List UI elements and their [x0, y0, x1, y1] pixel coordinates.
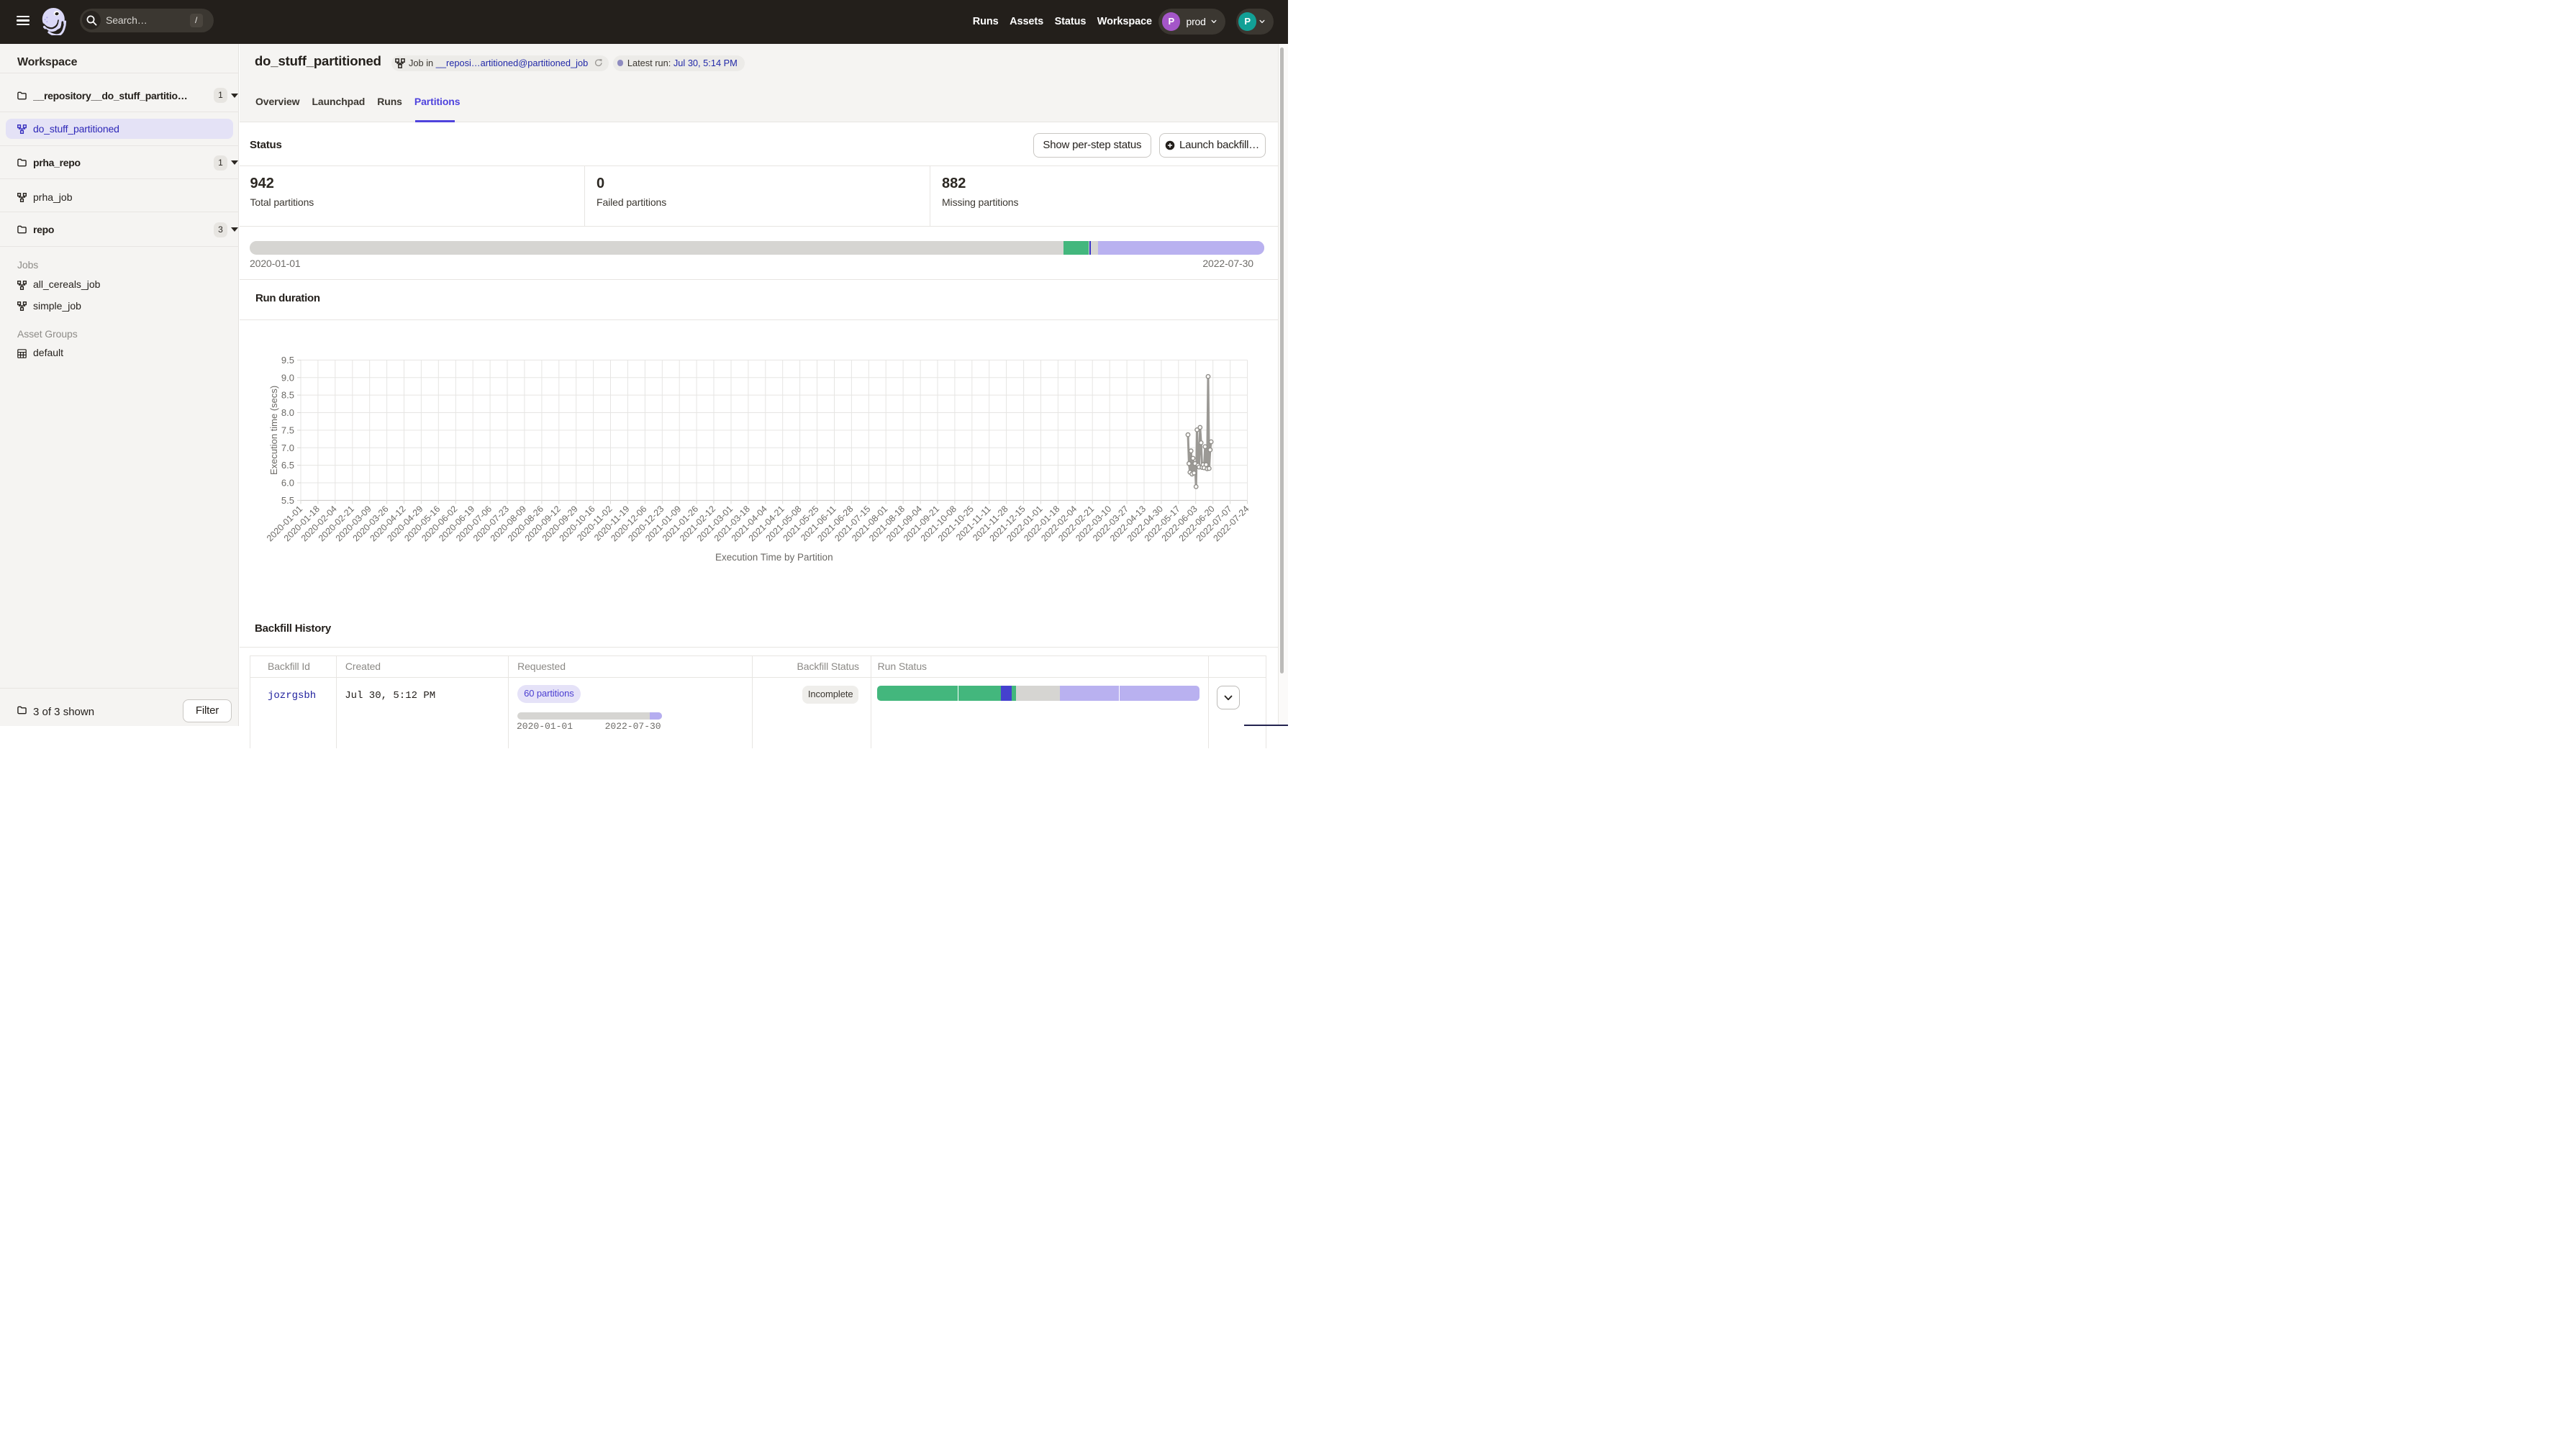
svg-text:9.5: 9.5 [281, 354, 294, 365]
svg-text:7.0: 7.0 [281, 442, 294, 453]
svg-text:6.5: 6.5 [281, 460, 294, 471]
svg-text:8.0: 8.0 [281, 407, 294, 418]
svg-text:Execution Time by Partition: Execution Time by Partition [715, 552, 833, 563]
svg-text:Execution time (secs): Execution time (secs) [268, 385, 279, 474]
svg-text:7.5: 7.5 [281, 425, 294, 435]
svg-text:9.0: 9.0 [281, 372, 294, 383]
svg-text:8.5: 8.5 [281, 389, 294, 400]
svg-text:6.0: 6.0 [281, 477, 294, 488]
svg-text:5.5: 5.5 [281, 494, 294, 505]
